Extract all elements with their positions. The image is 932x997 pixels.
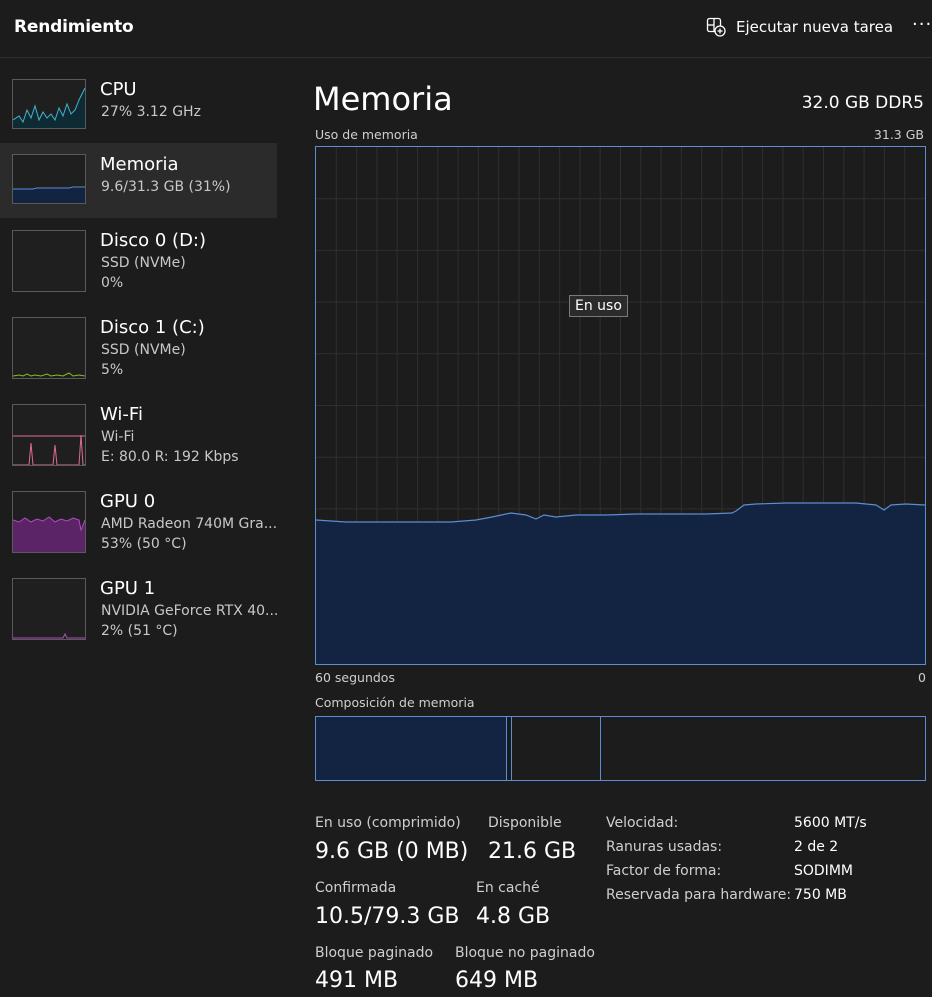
memory-usage-graph[interactable] (315, 146, 926, 665)
hardware-reserved-label: Reservada para hardware: (606, 887, 792, 903)
sidebar-item-detail: 2% (51 °C) (101, 623, 178, 639)
speed-value: 5600 MT/s (794, 815, 867, 831)
available-label: Disponible (488, 815, 562, 831)
cached-label: En caché (476, 880, 540, 896)
graph-axis-end: 0 (918, 670, 926, 685)
sidebar-item-gpu-1[interactable]: GPU 1 NVIDIA GeForce RTX 40... 2% (51 °C… (0, 567, 279, 642)
available-value: 21.6 GB (488, 839, 577, 864)
sidebar: CPU 27% 3.12 GHz Memoria 9.6/31.3 GB (31… (0, 57, 279, 997)
sidebar-item-title: Memoria (100, 154, 179, 175)
disk-1-thumbnail-graph (12, 317, 86, 379)
sidebar-item-subtitle: 9.6/31.3 GB (31%) (101, 179, 231, 195)
sidebar-item-detail: 0% (101, 275, 124, 291)
sidebar-item-title: GPU 1 (100, 578, 156, 599)
section-title: Memoria (313, 80, 453, 118)
disk-0-thumbnail-graph (12, 230, 86, 292)
gpu-1-thumbnail-graph (12, 578, 86, 640)
composition-free-segment[interactable] (601, 717, 925, 780)
committed-label: Confirmada (315, 880, 397, 896)
sidebar-item-detail: 5% (101, 362, 124, 378)
cpu-thumbnail-graph (12, 79, 86, 129)
sidebar-item-subtitle: SSD (NVMe) (101, 342, 186, 358)
paged-pool-value: 491 MB (315, 968, 399, 993)
sidebar-item-title: Disco 1 (C:) (100, 317, 205, 338)
slots-used-label: Ranuras usadas: (606, 839, 723, 855)
sidebar-item-title: Wi-Fi (100, 404, 143, 425)
wifi-thumbnail-graph (12, 404, 86, 466)
speed-label: Velocidad: (606, 815, 679, 831)
nonpaged-pool-value: 649 MB (455, 968, 539, 993)
sidebar-item-memory[interactable]: Memoria 9.6/31.3 GB (31%) (0, 143, 277, 218)
sidebar-item-wifi[interactable]: Wi-Fi Wi-Fi E: 80.0 R: 192 Kbps (0, 393, 277, 468)
composition-standby-segment[interactable] (512, 717, 601, 780)
sidebar-item-subtitle: SSD (NVMe) (101, 255, 186, 271)
sidebar-item-title: CPU (100, 79, 137, 100)
page-title: Rendimiento (14, 17, 134, 37)
form-factor-value: SODIMM (794, 863, 853, 879)
sidebar-item-cpu[interactable]: CPU 27% 3.12 GHz (0, 68, 277, 143)
run-new-task-label: Ejecutar nueva tarea (736, 18, 894, 36)
committed-value: 10.5/79.3 GB (315, 904, 460, 929)
sidebar-item-disk-0[interactable]: Disco 0 (D:) SSD (NVMe) 0% (0, 219, 277, 294)
memory-usage-graph-label: Uso de memoria (315, 127, 418, 142)
top-bar: Rendimiento Ejecutar nueva tarea ··· (0, 0, 932, 58)
in-use-label: En uso (comprimido) (315, 815, 461, 831)
sidebar-item-title: GPU 0 (100, 491, 156, 512)
new-task-icon (706, 17, 726, 37)
graph-tooltip: En uso (569, 295, 628, 317)
gpu-0-thumbnail-graph (12, 491, 86, 553)
sidebar-item-detail: E: 80.0 R: 192 Kbps (101, 449, 239, 465)
sidebar-item-subtitle: NVIDIA GeForce RTX 40... (101, 603, 279, 619)
sidebar-item-disk-1[interactable]: Disco 1 (C:) SSD (NVMe) 5% (0, 306, 277, 381)
sidebar-item-subtitle: 27% 3.12 GHz (101, 104, 201, 120)
memory-usage-graph-max: 31.3 GB (873, 127, 924, 142)
sidebar-item-detail: 53% (50 °C) (101, 536, 187, 552)
run-new-task-button[interactable]: Ejecutar nueva tarea (706, 14, 893, 40)
memory-usage-graph-canvas (316, 147, 925, 664)
sidebar-item-subtitle: AMD Radeon 740M Gra... (101, 516, 278, 532)
memory-composition-label: Composición de memoria (315, 695, 475, 710)
memory-spec: 32.0 GB DDR5 (801, 93, 924, 113)
sidebar-item-subtitle: Wi-Fi (101, 429, 135, 445)
memory-thumbnail-graph (12, 154, 86, 204)
slots-used-value: 2 de 2 (794, 839, 839, 855)
composition-in-use-segment[interactable] (316, 717, 507, 780)
sidebar-item-title: Disco 0 (D:) (100, 230, 207, 251)
form-factor-label: Factor de forma: (606, 863, 722, 879)
sidebar-item-gpu-0[interactable]: GPU 0 AMD Radeon 740M Gra... 53% (50 °C) (0, 480, 277, 555)
memory-composition-bar[interactable] (315, 716, 926, 781)
nonpaged-pool-label: Bloque no paginado (455, 945, 595, 961)
in-use-value: 9.6 GB (0 MB) (315, 839, 469, 864)
graph-axis-start: 60 segundos (315, 670, 395, 685)
hardware-reserved-value: 750 MB (794, 887, 847, 903)
more-options-icon[interactable]: ··· (912, 14, 932, 35)
cached-value: 4.8 GB (476, 904, 551, 929)
paged-pool-label: Bloque paginado (315, 945, 434, 961)
